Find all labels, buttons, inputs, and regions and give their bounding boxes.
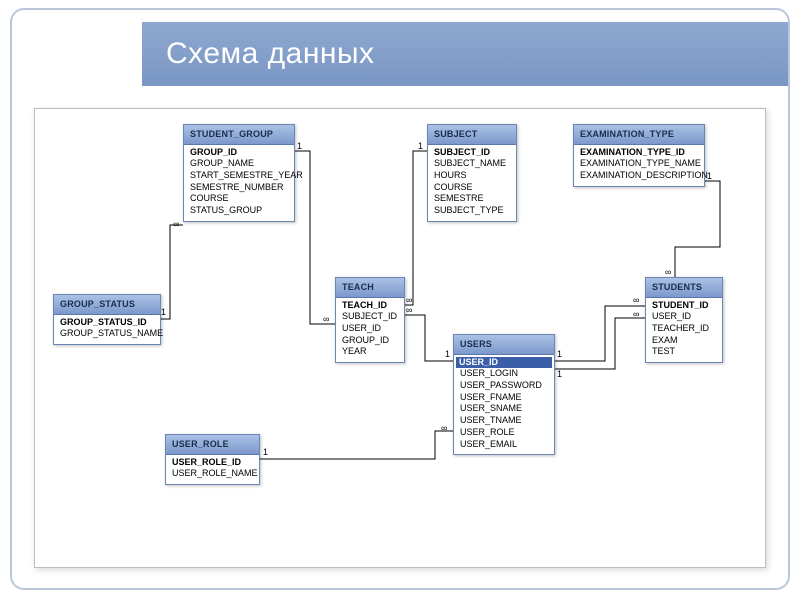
table-header: GROUP_STATUS [54,295,160,315]
table-group-status[interactable]: GROUP_STATUS GROUP_STATUS_ID GROUP_STATU… [53,294,161,345]
cardinality-many: ∞ [406,295,412,305]
table-fields: SUBJECT_ID SUBJECT_NAME HOURS COURSE SEM… [428,145,516,221]
table-fields: STUDENT_ID USER_ID TEACHER_ID EXAM TEST [646,298,722,362]
table-user-role[interactable]: USER_ROLE USER_ROLE_ID USER_ROLE_NAME [165,434,260,485]
slide-title: Схема данных [166,37,375,71]
cardinality-one: 1 [297,141,302,151]
cardinality-one: 1 [445,349,450,359]
cardinality-many: ∞ [633,309,639,319]
cardinality-many: ∞ [665,267,671,277]
table-fields: TEACH_ID SUBJECT_ID USER_ID GROUP_ID YEA… [336,298,404,362]
table-header: STUDENTS [646,278,722,298]
table-header: USER_ROLE [166,435,259,455]
cardinality-one: 1 [557,349,562,359]
cardinality-one: 1 [263,447,268,457]
table-users[interactable]: USERS USER_ID USER_LOGIN USER_PASSWORD U… [453,334,555,455]
table-student-group[interactable]: STUDENT_GROUP GROUP_ID GROUP_NAME START_… [183,124,295,222]
table-header: STUDENT_GROUP [184,125,294,145]
cardinality-many: ∞ [441,423,447,433]
table-header: EXAMINATION_TYPE [574,125,704,145]
table-fields: USER_ROLE_ID USER_ROLE_NAME [166,455,259,484]
cardinality-one: 1 [161,307,166,317]
table-fields: USER_ID USER_LOGIN USER_PASSWORD USER_FN… [454,355,554,455]
table-teach[interactable]: TEACH TEACH_ID SUBJECT_ID USER_ID GROUP_… [335,277,405,363]
table-fields: EXAMINATION_TYPE_ID EXAMINATION_TYPE_NAM… [574,145,704,186]
slide-title-bar: Схема данных [142,22,788,86]
cardinality-many: ∞ [633,295,639,305]
table-fields: GROUP_ID GROUP_NAME START_SEMESTRE_YEAR … [184,145,294,221]
table-header: SUBJECT [428,125,516,145]
cardinality-many: ∞ [323,314,329,324]
table-students[interactable]: STUDENTS STUDENT_ID USER_ID TEACHER_ID E… [645,277,723,363]
cardinality-one: 1 [557,369,562,379]
cardinality-many: ∞ [406,305,412,315]
table-examination-type[interactable]: EXAMINATION_TYPE EXAMINATION_TYPE_ID EXA… [573,124,705,187]
table-subject[interactable]: SUBJECT SUBJECT_ID SUBJECT_NAME HOURS CO… [427,124,517,222]
table-header: USERS [454,335,554,355]
slide-frame: Схема данных 1 ∞ 1 ∞ 1 ∞ 1 ∞ [10,8,790,590]
cardinality-one: 1 [418,141,423,151]
table-fields: GROUP_STATUS_ID GROUP_STATUS_NAME [54,315,160,344]
table-header: TEACH [336,278,404,298]
cardinality-many: ∞ [173,219,179,229]
relationships-canvas[interactable]: 1 ∞ 1 ∞ 1 ∞ 1 ∞ 1 ∞ 1 ∞ 1 ∞ 1 ∞ STUDENT_… [34,108,766,568]
selected-field[interactable]: USER_ID [456,357,552,369]
